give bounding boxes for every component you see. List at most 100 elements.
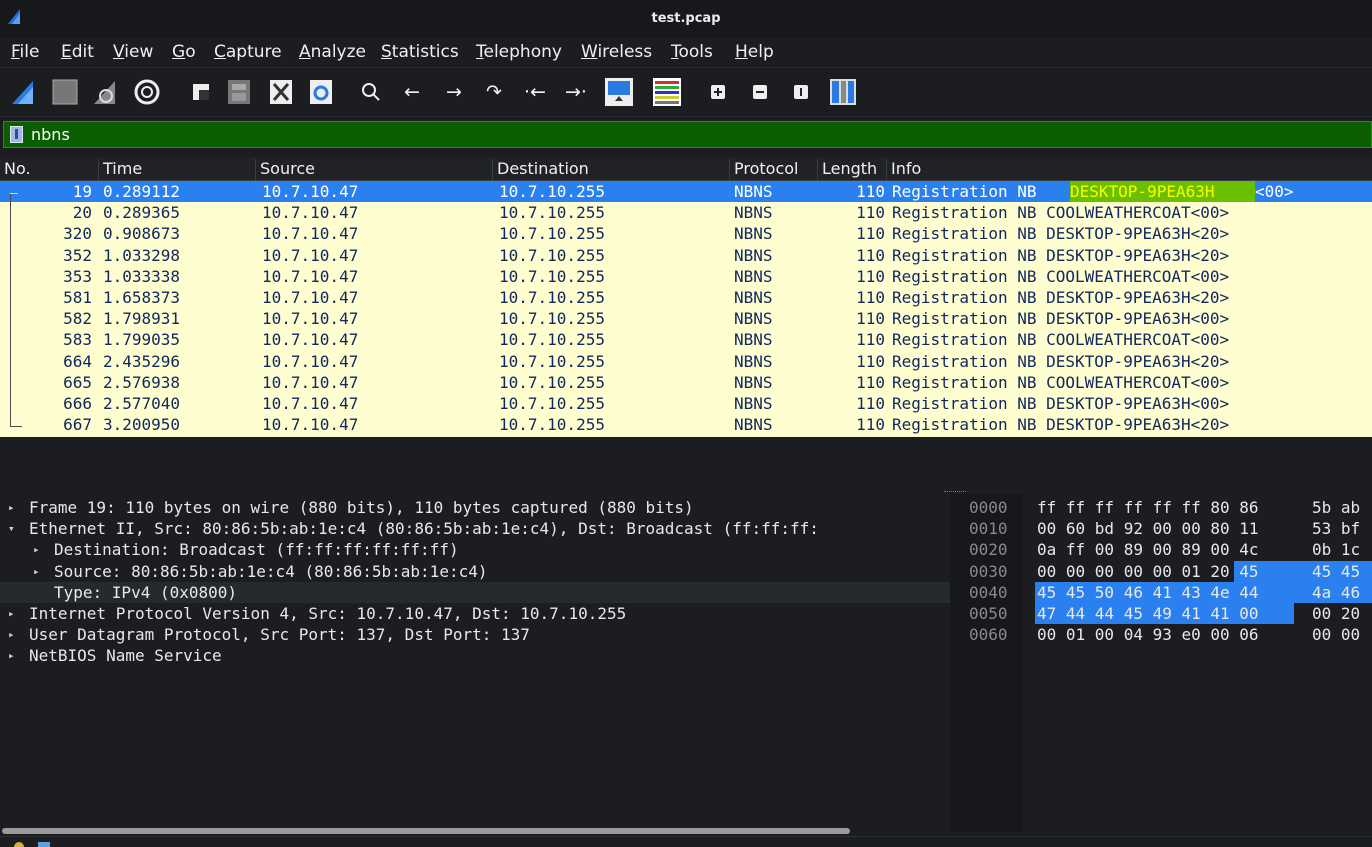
detail-tree-item[interactable]: ▸ Destination: Broadcast (ff:ff:ff:ff:ff:… xyxy=(0,539,950,560)
packet-no: 664 xyxy=(63,351,92,371)
packet-row[interactable]: 320 0.908673 10.7.10.47 10.7.10.255 NBNS 110 R… xyxy=(0,223,1372,244)
expand-arrow-right-icon[interactable]: ▸ xyxy=(8,645,15,666)
normal-size-icon[interactable] xyxy=(786,77,816,107)
menu-statistics[interactable]: Statistics xyxy=(381,42,459,62)
byte-offset: 0040 xyxy=(969,582,1008,602)
detail-tree-item[interactable]: ▸ Internet Protocol Version 4, Src: 10.7.… xyxy=(0,603,950,624)
packet-source: 10.7.10.47 xyxy=(262,182,359,201)
column-header-length[interactable]: Length xyxy=(817,159,877,181)
detail-tree-item[interactable]: Type: IPv4 (0x0800) xyxy=(0,581,950,603)
packet-row[interactable]: 581 1.658373 10.7.10.47 10.7.10.255 NBNS 110 R… xyxy=(0,287,1372,308)
menu-file[interactable]: File xyxy=(11,42,39,62)
column-header-source[interactable]: Source xyxy=(255,159,315,181)
bytes-row[interactable]: 0040 45 45 50 46 41 43 4e 44 4a 46 xyxy=(957,582,1372,603)
close-file-icon[interactable] xyxy=(266,77,296,107)
colorize-icon[interactable] xyxy=(652,77,682,107)
menu-wireless[interactable]: Wireless xyxy=(581,42,652,62)
packet-row[interactable]: 583 1.799035 10.7.10.47 10.7.10.255 NBNS 110 R… xyxy=(0,329,1372,350)
detail-tree-item[interactable]: ▾ Ethernet II, Src: 80:86:5b:ab:1e:c4 (80… xyxy=(0,518,950,539)
menu-analyze[interactable]: Analyze xyxy=(299,42,366,62)
auto-scroll-icon[interactable] xyxy=(604,77,634,107)
expand-arrow-right-icon[interactable]: ▸ xyxy=(8,497,15,518)
bytes-row[interactable]: 0010 00 60 bd 92 00 00 80 11 53 bf xyxy=(957,518,1372,539)
bytes-row[interactable]: 0030 00 00 00 00 00 01 20 45 45 45 xyxy=(957,561,1372,582)
hex-bytes-continued: 4a 46 xyxy=(1312,582,1361,602)
menu-capture[interactable]: Capture xyxy=(214,42,282,62)
menu-view[interactable]: View xyxy=(113,42,153,62)
packet-row[interactable]: 582 1.798931 10.7.10.47 10.7.10.255 NBNS 110 R… xyxy=(0,308,1372,329)
bytes-row[interactable]: 0060 00 01 00 04 93 e0 00 06 00 00 xyxy=(957,624,1372,645)
expand-arrow-right-icon[interactable]: ▸ xyxy=(8,603,15,624)
expand-arrow-right-icon[interactable]: ▸ xyxy=(33,539,40,560)
menu-go[interactable]: Go xyxy=(172,42,196,62)
detail-tree-item[interactable]: ▸ User Datagram Protocol, Src Port: 137, … xyxy=(0,624,950,645)
display-filter-input[interactable] xyxy=(31,125,1331,144)
packet-row-selected[interactable]: 19 0.289112 10.7.10.47 10.7.10.255 NBNS … xyxy=(0,181,1372,203)
bytes-row[interactable]: 0020 0a ff 00 89 00 89 00 4c 0b 1c xyxy=(957,539,1372,560)
column-header-no[interactable]: No. xyxy=(0,159,31,181)
find-packet-icon[interactable] xyxy=(356,77,386,107)
packet-row[interactable]: 666 2.577040 10.7.10.47 10.7.10.255 NBNS 110 R… xyxy=(0,393,1372,414)
reload-file-icon[interactable] xyxy=(306,77,336,107)
column-header-info[interactable]: Info xyxy=(886,159,921,181)
packet-protocol: NBNS xyxy=(734,203,773,223)
packet-destination: 10.7.10.255 xyxy=(499,415,605,435)
detail-tree-item[interactable]: ▸ Source: 80:86:5b:ab:1e:c4 (80:86:5b:ab:… xyxy=(0,561,950,582)
packet-source: 10.7.10.47 xyxy=(262,288,359,307)
bytes-row[interactable]: 0000 ff ff ff ff ff ff 80 86 5b ab xyxy=(957,497,1372,518)
details-horizontal-scrollbar[interactable] xyxy=(0,826,950,836)
capture-options-icon[interactable] xyxy=(132,77,162,107)
packet-info: Registration NB DESKTOP-9PEA63H<20> xyxy=(892,288,1230,307)
menu-edit[interactable]: Edit xyxy=(61,42,94,62)
go-to-packet-icon[interactable]: ↷ xyxy=(479,77,509,107)
hex-bytes-continued: 53 bf xyxy=(1312,519,1361,539)
menu-telephony[interactable]: Telephony xyxy=(476,42,562,62)
first-packet-icon[interactable]: ·← xyxy=(520,77,550,107)
detail-text: User Datagram Protocol, Src Port: 137, D… xyxy=(29,625,530,645)
save-file-icon[interactable] xyxy=(224,77,254,107)
packet-bytes-pane: 0000 ff ff ff ff ff ff 80 86 5b ab 0010 00 6… xyxy=(957,494,1372,832)
bytes-row[interactable]: 0050 47 44 44 45 49 41 41 00 00 20 xyxy=(957,603,1372,624)
packet-row[interactable]: 20 0.289365 10.7.10.47 10.7.10.255 NBNS 110 Re… xyxy=(0,202,1372,223)
splitter-handle[interactable] xyxy=(944,491,966,493)
packet-destination: 10.7.10.255 xyxy=(499,266,605,286)
packet-row[interactable]: 352 1.033298 10.7.10.47 10.7.10.255 NBNS 110 R… xyxy=(0,245,1372,266)
last-packet-icon[interactable]: →· xyxy=(561,77,591,107)
detail-text: Source: 80:86:5b:ab:1e:c4 (80:86:5b:ab:1… xyxy=(54,561,488,581)
packet-row[interactable]: 665 2.576938 10.7.10.47 10.7.10.255 NBNS 110 R… xyxy=(0,372,1372,393)
packet-length: 110 xyxy=(856,224,885,244)
open-file-icon[interactable] xyxy=(186,77,216,107)
expand-arrow-down-icon[interactable]: ▾ xyxy=(8,518,15,539)
detail-tree-item[interactable]: ▸ NetBIOS Name Service xyxy=(0,645,950,666)
pane-splitter[interactable] xyxy=(950,494,957,832)
go-forward-icon[interactable]: → xyxy=(439,77,469,107)
stop-capture-icon[interactable] xyxy=(50,77,80,107)
packet-list-header: No. Time Source Destination Protocol Len… xyxy=(0,157,1372,181)
column-header-protocol[interactable]: Protocol xyxy=(729,159,798,181)
packet-no: 320 xyxy=(63,224,92,244)
packet-time: 1.798931 xyxy=(103,309,181,329)
packet-row[interactable]: 353 1.033338 10.7.10.47 10.7.10.255 NBNS 110 R… xyxy=(0,266,1372,287)
start-capture-icon[interactable] xyxy=(8,77,38,107)
packet-row[interactable]: 667 3.200950 10.7.10.47 10.7.10.255 NBNS 110 R… xyxy=(0,414,1372,435)
detail-tree-item[interactable]: ▸ Frame 19: 110 bytes on wire (880 bits),… xyxy=(0,497,950,518)
expand-arrow-right-icon[interactable]: ▸ xyxy=(8,624,15,645)
resize-columns-icon[interactable] xyxy=(828,77,858,107)
expand-arrow-right-icon[interactable]: ▸ xyxy=(33,561,40,582)
zoom-in-icon[interactable] xyxy=(703,77,733,107)
hex-bytes: 47 44 44 45 49 41 41 00 xyxy=(1037,604,1259,623)
restart-capture-icon[interactable] xyxy=(90,77,120,107)
menu-help[interactable]: Help xyxy=(735,42,774,62)
zoom-out-icon[interactable] xyxy=(745,77,775,107)
packet-time: 1.033338 xyxy=(103,266,181,286)
menu-tools[interactable]: Tools xyxy=(671,42,713,62)
capture-file-properties-icon[interactable] xyxy=(38,842,50,847)
expert-info-icon[interactable] xyxy=(14,842,24,847)
column-header-time[interactable]: Time xyxy=(98,159,142,181)
packet-row[interactable]: 664 2.435296 10.7.10.47 10.7.10.255 NBNS 110 R… xyxy=(0,351,1372,372)
window-title: test.pcap xyxy=(651,11,721,26)
go-back-icon[interactable]: ← xyxy=(397,77,427,107)
scrollbar-thumb[interactable] xyxy=(2,828,850,834)
column-header-destination[interactable]: Destination xyxy=(492,159,589,181)
filter-bookmark-icon[interactable] xyxy=(10,126,23,143)
